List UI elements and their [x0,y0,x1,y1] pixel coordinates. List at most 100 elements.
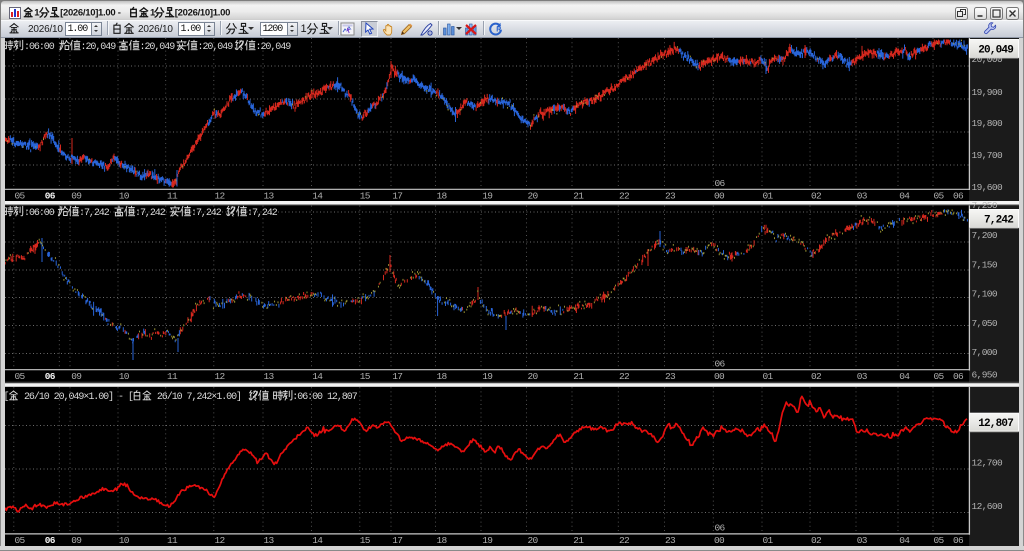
svg-text::20,049: :20,049 [140,42,176,53]
svg-text:14: 14 [312,371,323,382]
svg-text:21: 21 [573,191,584,202]
svg-text:11: 11 [167,371,178,382]
svg-text:1: 1 [301,23,307,35]
svg-text:7,150: 7,150 [972,259,998,270]
svg-text:03: 03 [857,535,868,546]
svg-text:20: 20 [528,191,539,202]
svg-text:21: 21 [573,371,584,382]
svg-text::7,242: :7,242 [79,208,110,219]
svg-text:04: 04 [899,191,910,202]
svg-text:19,600: 19,600 [972,182,1004,193]
svg-text:09: 09 [71,371,82,382]
svg-text:17: 17 [392,191,402,202]
svg-text:11: 11 [167,191,178,202]
svg-text::7,242: :7,242 [135,208,166,219]
svg-text:22: 22 [619,191,630,202]
svg-text:00: 00 [714,535,725,546]
svg-text:12,807: 12,807 [978,418,1013,430]
svg-text:10: 10 [119,191,130,202]
svg-text:05: 05 [934,371,945,382]
svg-text:02: 02 [811,191,822,202]
svg-text:19,900: 19,900 [972,87,1004,98]
svg-text:03: 03 [857,371,868,382]
svg-text:19,800: 19,800 [972,118,1004,129]
svg-text:10: 10 [119,535,130,546]
svg-text:6,950: 6,950 [972,370,998,381]
svg-text:12: 12 [215,191,226,202]
svg-text:06: 06 [715,523,726,534]
svg-text:7,100: 7,100 [972,289,998,300]
svg-text:09: 09 [71,535,82,546]
svg-text:15: 15 [360,535,371,546]
svg-text:12: 12 [215,535,226,546]
svg-text:14: 14 [312,191,323,202]
svg-text::20,049: :20,049 [256,42,292,53]
svg-text:19: 19 [482,371,493,382]
svg-text::7,242: :7,242 [247,208,278,219]
svg-text:19,700: 19,700 [972,150,1004,161]
svg-text:15: 15 [360,371,371,382]
svg-text:18: 18 [437,191,448,202]
svg-text:26/10 20,049×1.00] - [: 26/10 20,049×1.00] - [ [19,391,133,403]
svg-text:02: 02 [811,371,822,382]
svg-text:01: 01 [763,535,774,546]
svg-text:06: 06 [953,371,964,382]
svg-text:06: 06 [45,191,56,202]
svg-text:12,700: 12,700 [972,457,1004,468]
svg-text:02: 02 [811,535,822,546]
svg-text:7,200: 7,200 [972,230,998,241]
svg-text:R: R [496,27,501,34]
svg-text:06: 06 [45,371,56,382]
svg-text:14: 14 [312,535,323,546]
svg-text:05: 05 [15,535,26,546]
svg-text:7,050: 7,050 [972,318,998,329]
svg-text:13: 13 [264,191,275,202]
svg-text:06: 06 [715,358,726,369]
svg-text:12,600: 12,600 [972,501,1004,512]
svg-text:01: 01 [763,191,774,202]
svg-text:00: 00 [714,191,725,202]
svg-text:06: 06 [953,191,964,202]
svg-text:05: 05 [934,191,945,202]
svg-text::06:00: :06:00 [24,42,55,53]
svg-text:22: 22 [619,535,630,546]
svg-text:23: 23 [665,535,676,546]
svg-text:15: 15 [360,191,371,202]
svg-text:20: 20 [528,371,539,382]
svg-text:06: 06 [45,535,56,546]
svg-text:13: 13 [264,371,275,382]
svg-text:7,000: 7,000 [972,347,998,358]
svg-text:06: 06 [715,178,726,189]
svg-text::20,049: :20,049 [198,42,234,53]
svg-text:19: 19 [482,191,493,202]
svg-text:19: 19 [482,535,493,546]
svg-text:17: 17 [392,535,402,546]
svg-text:01: 01 [763,371,774,382]
svg-text:04: 04 [899,535,910,546]
svg-text:20,049: 20,049 [978,44,1013,56]
svg-text::06:00 12,807: :06:00 12,807 [292,392,357,403]
svg-text:06: 06 [953,535,964,546]
svg-text::06:00: :06:00 [24,208,55,219]
svg-text:26/10 7,242×1.00]: 26/10 7,242×1.00] [152,391,241,403]
svg-text:13: 13 [264,535,275,546]
svg-text:04: 04 [899,371,910,382]
svg-text:05: 05 [15,371,26,382]
svg-text:12: 12 [215,371,226,382]
svg-text:05: 05 [15,191,26,202]
svg-text:11: 11 [167,535,178,546]
svg-text:18: 18 [437,371,448,382]
svg-text:20: 20 [528,535,539,546]
svg-text:17: 17 [392,371,402,382]
svg-text:03: 03 [857,191,868,202]
svg-text:21: 21 [573,535,584,546]
svg-text:18: 18 [437,535,448,546]
svg-text:23: 23 [665,371,676,382]
svg-text:7,242: 7,242 [984,214,1013,226]
svg-text:23: 23 [665,191,676,202]
svg-text::20,049: :20,049 [81,42,117,53]
svg-text:09: 09 [71,191,82,202]
svg-text::7,242: :7,242 [191,208,222,219]
svg-text:05: 05 [934,535,945,546]
svg-text:22: 22 [619,371,630,382]
